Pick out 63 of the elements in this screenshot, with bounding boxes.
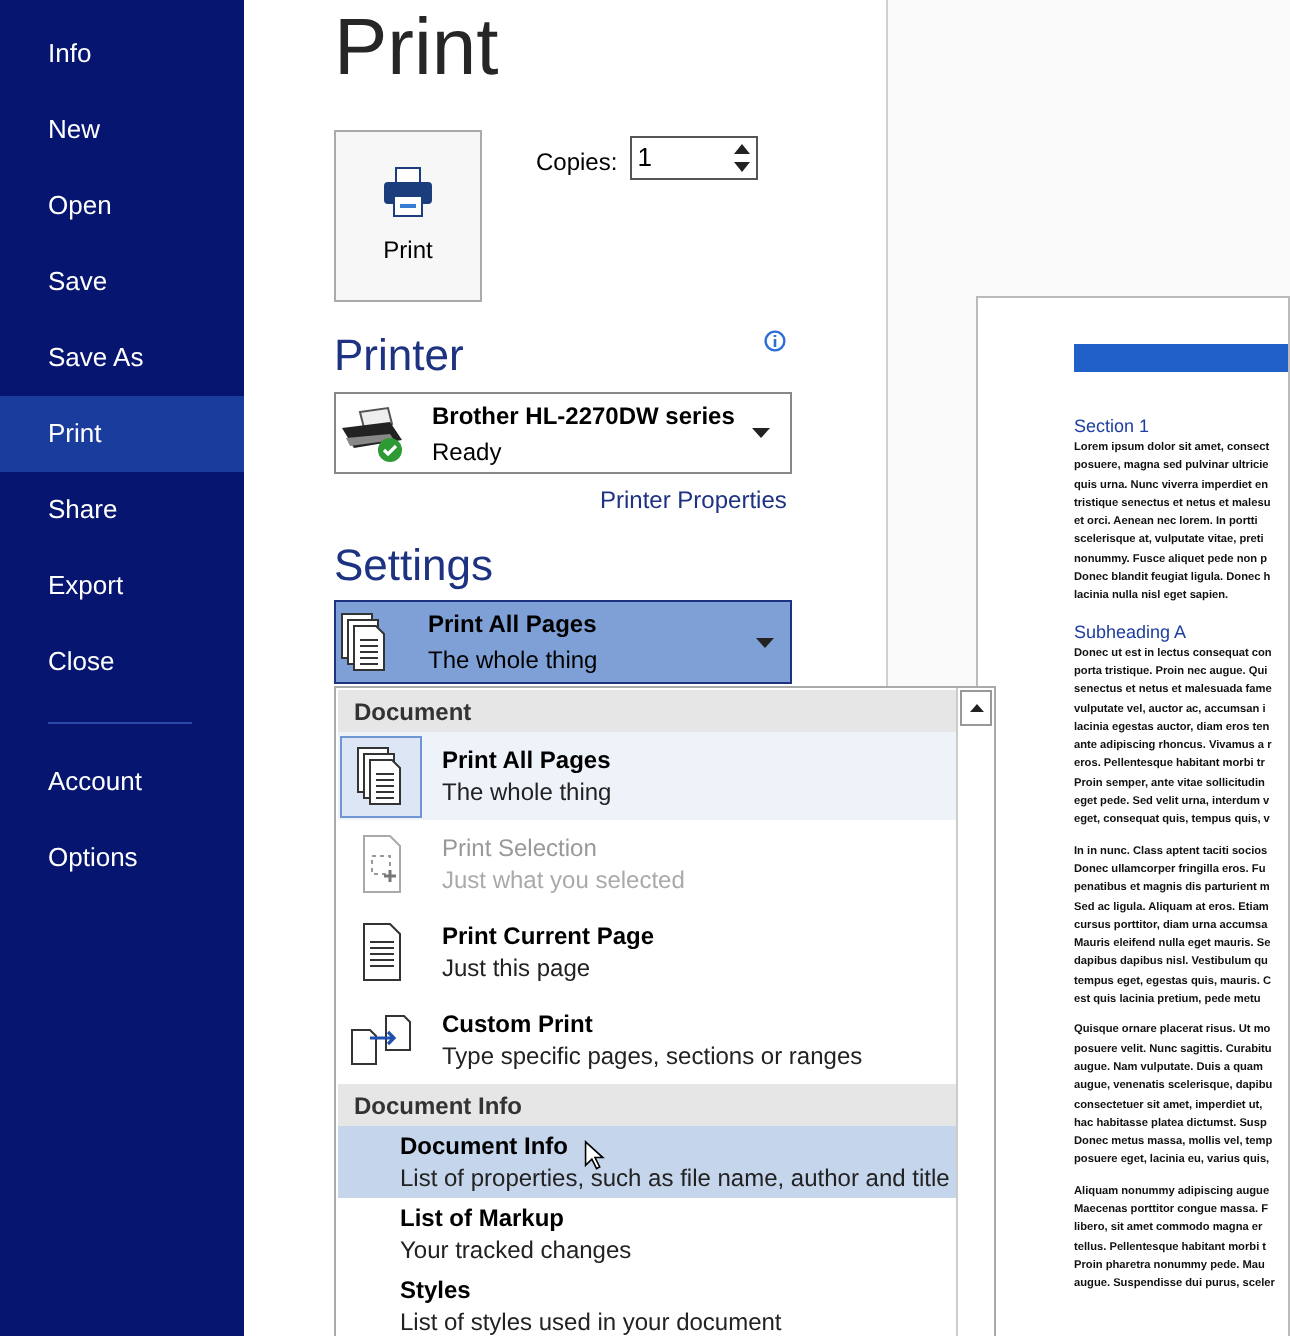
sidebar-item[interactable]: Share [0,472,244,548]
menu-option[interactable]: Document Info List of properties, such as file name, author and title [338,1126,956,1198]
page-icon [359,922,403,982]
sidebar-item[interactable]: Info [0,16,244,92]
printer-status: Ready [432,435,504,469]
option-title: Print Selection [442,832,597,864]
scroll-up-button[interactable] [960,690,992,726]
preview-heading: Section 1 [1074,414,1152,438]
printer-properties-link[interactable]: Printer Properties [600,482,787,518]
option-description: The whole thing [442,776,612,808]
caret-icon [752,428,770,438]
preview-heading: Subheading A [1074,619,1189,644]
option-description: Your tracked changes [400,1234,632,1266]
option-description: Just this page [442,952,591,984]
option-description: List of properties, such as file name, author and title [400,1162,950,1194]
settings-heading: Settings [334,538,495,594]
printer-dropdown[interactable]: Brother HL-2270DW series Ready [334,392,792,474]
printer-icon [380,164,436,220]
option-title: Print All Pages [442,744,611,776]
up-arrow-icon [969,704,983,712]
custom-pages-icon [349,1014,413,1066]
settings-dropdown[interactable]: Print All Pages The whole thing [334,600,792,684]
option-title: List of Markup [400,1202,565,1234]
option-title: Print Current Page [442,920,655,952]
option-description: Type specific pages, sections or ranges [442,1040,863,1072]
sidebar-item[interactable]: New [0,92,244,168]
menu-option[interactable]: Styles List of styles used in your document [338,1270,956,1336]
copies-input[interactable]: 1 [637,138,718,178]
page-selection-icon [359,834,403,894]
pointer-cursor-icon [584,1140,606,1172]
option-description: Just what you selected [442,864,685,896]
menu-section-header: Document [338,690,956,732]
page-title: Print [334,4,501,94]
printer-heading: Printer [334,328,464,384]
settings-description: The whole thing [428,644,598,678]
spinner-arrows-icon[interactable] [733,142,750,174]
option-title: Styles [400,1274,471,1306]
sidebar-item[interactable]: Options [0,820,244,896]
info-icon[interactable] [764,330,786,352]
pages-icon [355,746,407,806]
scrollbar[interactable] [956,688,994,1336]
menu-option[interactable]: Print Current Page Just this page [338,908,956,996]
sidebar-item[interactable]: Export [0,548,244,624]
printer-name: Brother HL-2270DW series [432,399,735,433]
print-button[interactable]: Print [334,130,482,302]
menu-section-header: Document Info [338,1084,956,1126]
menu-option[interactable]: Print All Pages The whole thing [338,732,956,820]
sidebar-item[interactable]: Account [0,744,244,820]
sidebar-item[interactable]: Close [0,624,244,700]
option-title: Document Info [400,1130,568,1162]
option-description: List of styles used in your document [400,1306,782,1336]
copies-label: Copies: [536,146,618,180]
printer-ready-icon [340,403,408,463]
menu-option[interactable]: Custom Print Type specific pages, sections or ranges [338,996,956,1084]
menu-option[interactable]: List of Markup Your tracked changes [338,1198,956,1270]
sidebar-item[interactable]: Open [0,168,244,244]
sidebar-item[interactable]: Save [0,244,244,320]
sidebar-item[interactable]: Print [0,396,244,472]
sidebar-item[interactable]: Save As [0,320,244,396]
caret-icon [756,637,774,647]
option-title: Custom Print [442,1008,593,1040]
settings-selection: Print All Pages [428,608,598,642]
copies-spinner[interactable]: 1 [629,136,758,180]
